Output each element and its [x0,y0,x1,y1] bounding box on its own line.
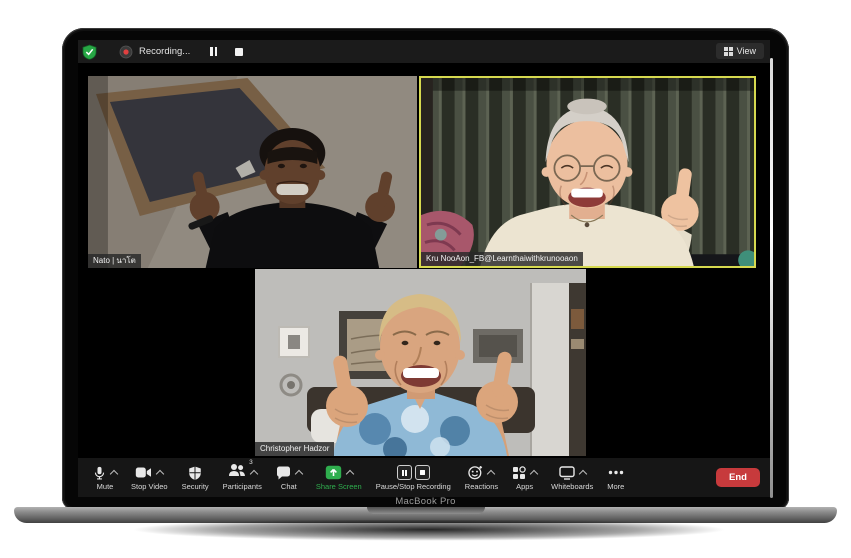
pause-stop-recording-button[interactable]: Pause/Stop Recording [376,464,451,491]
device-label: MacBook Pro [62,496,789,507]
reactions-smiley-icon [468,465,483,480]
participant-name-badge: Kru NooAon_FB@Learnthaiwithkrunooaon [421,252,583,266]
video-tile-christopher[interactable]: Christopher Hadzor [255,269,586,456]
chat-button[interactable]: Chat [276,464,302,491]
recording-status-label: Recording... [139,46,190,57]
stop-video-button[interactable]: Stop Video [131,464,168,491]
meeting-topbar: Recording... View [78,40,770,63]
encryption-shield-icon[interactable] [82,44,97,60]
apps-icon [512,466,526,480]
whiteboards-button[interactable]: Whiteboards [551,464,593,491]
security-button[interactable]: Security [182,464,209,491]
pause-recording-button[interactable] [210,47,217,56]
grid-view-icon [724,47,733,56]
more-ellipsis-icon [608,470,624,475]
chat-bubble-icon [276,466,291,480]
participant-name-badge: Christopher Hadzor [255,442,334,456]
whiteboards-label: Whiteboards [551,482,593,491]
chevron-up-icon[interactable] [578,469,586,477]
chevron-up-icon[interactable] [250,469,258,477]
stop-recording-icon[interactable] [415,465,430,480]
stop-video-label: Stop Video [131,482,168,491]
whiteboard-icon [559,466,575,480]
more-label: More [607,482,624,491]
video-camera-icon [135,466,152,479]
share-screen-button[interactable]: Share Screen [316,464,362,491]
chevron-up-icon[interactable] [156,469,164,477]
video-tile-nato[interactable]: Nato | นาโต [88,76,417,268]
participants-count-badge: 3 [249,459,253,466]
recording-controls: Recording... [78,40,243,63]
reactions-label: Reactions [465,482,498,491]
screen-edge-highlight [770,58,773,498]
recording-camera-icon [119,45,133,59]
participants-button[interactable]: 3 Participants [223,464,262,491]
chevron-up-icon[interactable] [487,469,495,477]
participants-icon [228,463,246,477]
mute-label: Mute [97,482,114,491]
pause-recording-icon[interactable] [397,465,412,480]
chevron-up-icon[interactable] [346,469,354,477]
zoom-meeting-window: Recording... View [78,40,770,497]
participants-label: Participants [223,482,262,491]
more-button[interactable]: More [607,464,624,491]
meeting-toolbar: Mute Stop Video [78,458,770,497]
chat-label: Chat [281,482,297,491]
microphone-icon [93,465,106,481]
chevron-up-icon[interactable] [530,469,538,477]
chevron-up-icon[interactable] [295,469,303,477]
mute-button[interactable]: Mute [93,464,117,491]
apps-label: Apps [516,482,533,491]
apps-button[interactable]: Apps [512,464,537,491]
participant-name-badge: Nato | นาโต [88,254,141,268]
security-shield-icon [188,465,202,481]
laptop-shadow [64,520,794,550]
macbook-mockup: Recording... View [0,0,851,558]
stop-recording-button[interactable] [235,48,243,56]
video-feed-attic-room [88,76,417,268]
video-tile-kru-nooaon-active[interactable]: Kru NooAon_FB@Learnthaiwithkrunooaon [419,76,756,268]
view-button-label: View [737,46,756,56]
end-meeting-button[interactable]: End [716,468,760,487]
chevron-up-icon[interactable] [110,469,118,477]
video-feed-bedroom [255,269,586,456]
video-feed-curtain-room [421,78,754,266]
reactions-button[interactable]: Reactions [465,464,498,491]
pause-stop-recording-label: Pause/Stop Recording [376,482,451,491]
view-button[interactable]: View [716,43,764,59]
security-label: Security [182,482,209,491]
share-screen-label: Share Screen [316,482,362,491]
share-screen-icon [325,465,342,480]
